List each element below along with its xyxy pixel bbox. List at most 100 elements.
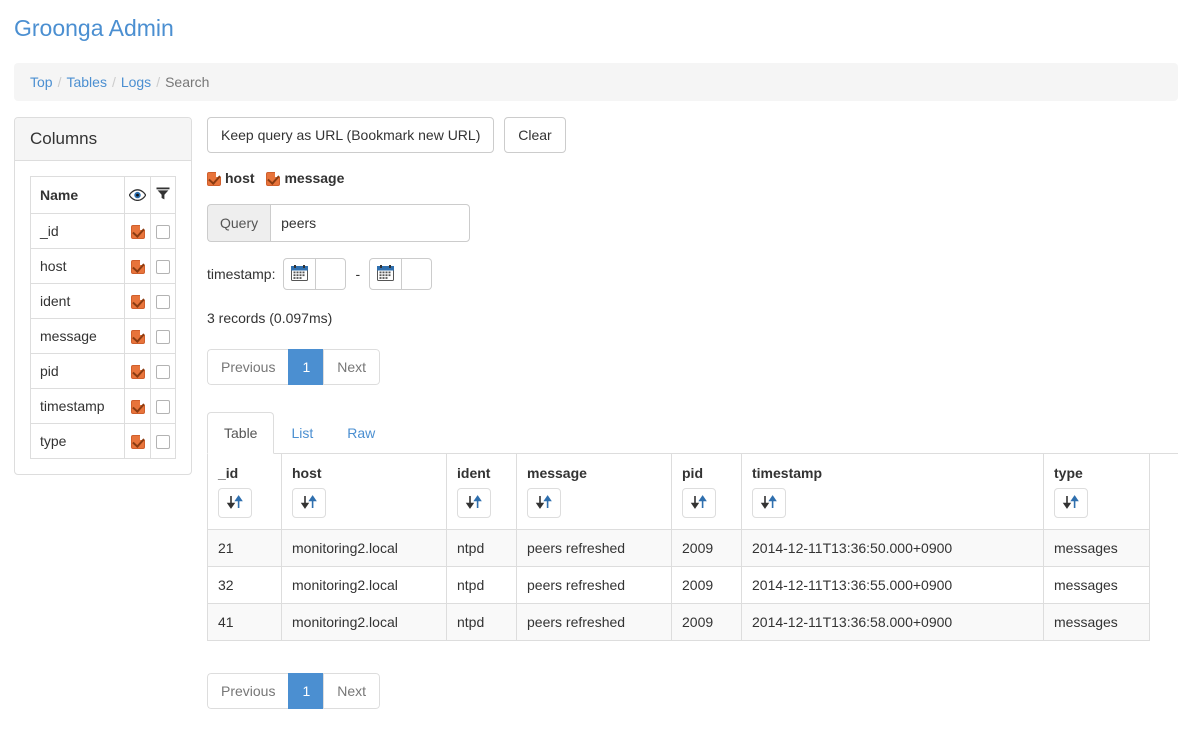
pagination-previous-button[interactable]: Previous [207,673,289,709]
tab-list[interactable]: List [274,412,330,454]
sort-button-_id[interactable] [218,488,252,518]
filter-checkbox[interactable] [156,260,170,275]
columns-table: Name _id host ident message pid timestam… [30,176,176,459]
sort-button-timestamp[interactable] [752,488,786,518]
column-filter-cell[interactable] [150,353,176,389]
breadcrumb-separator: / [57,74,62,90]
filter-checkbox[interactable] [156,225,170,240]
visible-checkbox[interactable] [130,365,145,380]
column-visible-cell[interactable] [124,318,151,354]
columns-table-body: _id host ident message pid timestamp typ… [30,213,176,459]
app-header: Groonga Admin [0,0,1192,42]
tab-list-link[interactable]: List [274,412,330,454]
pagination-previous-button[interactable]: Previous [207,349,289,385]
visible-checkbox[interactable] [130,400,145,415]
tab-table[interactable]: Table [207,412,275,454]
sort-button-type[interactable] [1054,488,1088,518]
table-row: 32 monitoring2.local ntpd peers refreshe… [207,566,1150,604]
visible-checkbox[interactable] [130,225,145,240]
cell-_id: 21 [207,529,282,567]
cell-pid: 2009 [671,529,742,567]
clear-button[interactable]: Clear [504,117,566,153]
timestamp-to-input[interactable] [402,258,433,290]
timestamp-from-group [283,258,347,290]
timestamp-from-input[interactable] [316,258,347,290]
results-table-body: 21 monitoring2.local ntpd peers refreshe… [207,529,1150,641]
filter-checkbox[interactable] [156,295,170,310]
sort-icon [535,494,553,512]
field-check-message[interactable]: message [266,169,344,187]
column-name-cell: message [30,318,125,354]
table-row: host [30,248,176,284]
column-filter-cell[interactable] [150,248,176,284]
visible-checkbox[interactable] [130,330,145,345]
calendar-icon-to-button[interactable] [369,258,403,290]
filter-checkbox[interactable] [156,400,170,415]
calendar-icon-from-button[interactable] [283,258,317,290]
breadcrumb-separator: / [156,74,161,90]
sort-icon [465,494,483,512]
tab-raw-link[interactable]: Raw [330,412,392,454]
cell-ident: ntpd [446,566,517,604]
columns-panel-heading: Columns [15,118,191,161]
breadcrumb-item-top[interactable]: Top [30,74,53,90]
sort-button-ident[interactable] [457,488,491,518]
pagination-next-button[interactable]: Next [323,673,381,709]
field-check-host[interactable]: host [207,169,255,187]
column-filter-cell[interactable] [150,283,176,319]
results-header-message: message [516,454,672,530]
results-header-_id: _id [207,454,282,530]
field-check-host-label: host [225,170,255,186]
filter-checkbox[interactable] [156,435,170,450]
visible-checkbox[interactable] [130,295,145,310]
column-visible-cell[interactable] [124,353,151,389]
breadcrumb-item-logs[interactable]: Logs [121,74,151,90]
column-filter-cell[interactable] [150,318,176,354]
table-row: 21 monitoring2.local ntpd peers refreshe… [207,529,1150,567]
column-visible-cell[interactable] [124,213,151,249]
filter-checkbox[interactable] [156,330,170,345]
app-brand-link[interactable]: Groonga Admin [14,14,174,42]
column-visible-cell[interactable] [124,423,151,459]
tab-raw[interactable]: Raw [330,412,392,454]
visible-checkbox[interactable] [130,435,145,450]
keep-query-as-url-button[interactable]: Keep query as URL (Bookmark new URL) [207,117,495,153]
sort-button-pid[interactable] [682,488,716,518]
search-pane: Keep query as URL (Bookmark new URL) Cle… [192,117,1178,709]
pagination-top-wrapper: Previous 1 Next [207,349,1178,385]
column-visible-cell[interactable] [124,248,151,284]
query-label: Query [207,204,271,242]
column-filter-cell[interactable] [150,213,176,249]
query-input[interactable] [270,204,470,242]
results-header-ident-label: ident [457,465,491,481]
query-toolbar: Keep query as URL (Bookmark new URL) Cle… [207,117,1178,153]
pagination-top: Previous 1 Next [207,349,381,385]
pagination-next-button[interactable]: Next [323,349,381,385]
visible-checkbox[interactable] [130,260,145,275]
sort-button-host[interactable] [292,488,326,518]
table-row: pid [30,353,176,389]
columns-header-name: Name [30,176,125,214]
columns-panel: Columns Name _id host ident message pid … [14,117,192,475]
column-visible-cell[interactable] [124,283,151,319]
sort-button-message[interactable] [527,488,561,518]
pagination-page-1-button[interactable]: 1 [288,673,324,709]
tab-table-link[interactable]: Table [207,412,275,454]
columns-panel-title: Columns [30,129,98,148]
cell-host: monitoring2.local [281,603,447,641]
results-header-_id-label: _id [218,465,239,481]
column-filter-cell[interactable] [150,423,176,459]
host-checkbox[interactable] [207,172,221,187]
column-visible-cell[interactable] [124,388,151,424]
cell-timestamp: 2014-12-11T13:36:55.000+0900 [741,566,1044,604]
table-row: type [30,423,176,459]
breadcrumb-item-tables[interactable]: Tables [66,74,106,90]
query-input-group: Query [207,204,470,242]
cell-ident: ntpd [446,529,517,567]
filter-checkbox[interactable] [156,365,170,380]
message-checkbox[interactable] [266,172,281,187]
pagination-page-1-button[interactable]: 1 [288,349,324,385]
column-filter-cell[interactable] [150,388,176,424]
table-row: 41 monitoring2.local ntpd peers refreshe… [207,603,1150,641]
main-content: Columns Name _id host ident message pid … [0,101,1192,709]
